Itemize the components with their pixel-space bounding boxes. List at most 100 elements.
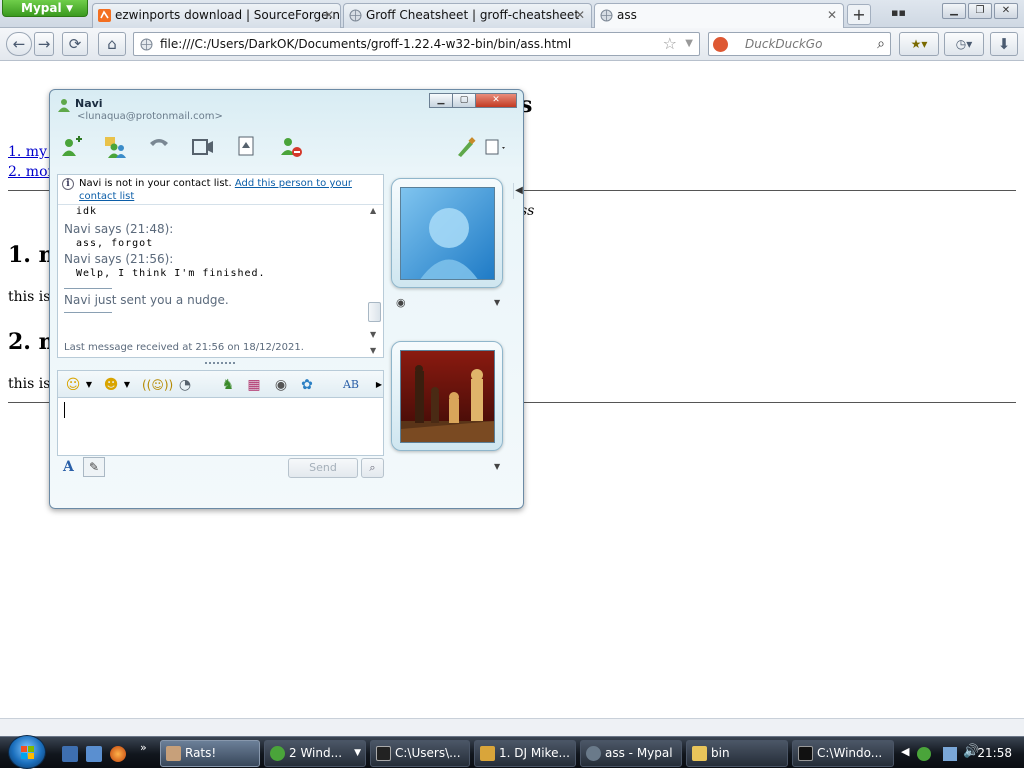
tab-sourceforge[interactable]: ezwinports download | SourceForge.n... ✕ [92, 3, 341, 28]
chevron-down-icon[interactable]: ▼ [685, 33, 693, 55]
chevron-down-icon[interactable]: ▼ [494, 298, 500, 307]
task-label: bin [711, 746, 730, 760]
chevron-right-icon[interactable]: ▶ [370, 376, 388, 394]
menu-icon[interactable] [482, 134, 508, 160]
share-folder-icon[interactable]: ✿ [298, 376, 316, 394]
backgrounds-icon[interactable]: ▦ [245, 376, 263, 394]
task-mypal[interactable]: ass - Mypal [580, 740, 682, 767]
nudge-icon[interactable]: ((☺)) [142, 376, 173, 394]
separator [64, 288, 112, 289]
scroll-up-icon[interactable]: ▲ [370, 206, 376, 215]
input-bottom-bar: A ✎ Send ⌕ [57, 456, 384, 480]
tab-groff-cheatsheet[interactable]: Groff Cheatsheet | groff-cheatsheet ✕ [343, 3, 592, 28]
bookmark-star-icon[interactable]: ☆ [663, 33, 677, 55]
navigation-toolbar: ← → ⟳ ⌂ file:///C:/Users/DarkOK/Document… [0, 28, 1024, 61]
voice-clip-icon[interactable]: ◔ [176, 376, 194, 394]
video-icon[interactable] [190, 134, 216, 160]
message-body: Welp, I think I'm finished. [76, 268, 266, 279]
block-icon[interactable] [278, 134, 304, 160]
resize-grip[interactable] [205, 362, 235, 366]
close-icon[interactable]: ✕ [324, 4, 334, 26]
home-button[interactable]: ⌂ [98, 32, 126, 56]
message-body: idk [76, 206, 98, 217]
task-rats[interactable]: Rats! [160, 740, 260, 767]
network-icon[interactable] [943, 747, 957, 761]
add-contact-icon[interactable] [58, 134, 84, 160]
search-input[interactable]: DuckDuckGo ⌕ [708, 32, 891, 56]
quick-launch-overflow-icon[interactable]: » [140, 741, 147, 754]
chevron-down-icon[interactable]: ▼ [118, 376, 136, 394]
toc-link-2[interactable]: 2. mor [8, 164, 54, 180]
call-icon[interactable] [146, 134, 172, 160]
chess-pieces-image [401, 365, 494, 442]
contact-display-picture[interactable] [391, 178, 503, 288]
minimize-button[interactable]: ▁ [942, 3, 966, 19]
task-label: C:\Windo... [817, 746, 883, 760]
task-label: Rats! [185, 746, 217, 760]
font-icon[interactable]: AB [340, 376, 362, 394]
task-cmd[interactable]: C:\Windo... [792, 740, 894, 767]
mypal-icon [586, 746, 601, 761]
share-icon[interactable] [234, 134, 260, 160]
conversation-scrollbar[interactable]: ▲ ▼ ▼ [367, 206, 382, 356]
task-messenger-group[interactable]: 2 Wind... ▼ [264, 740, 366, 767]
reload-button[interactable]: ⟳ [62, 32, 88, 56]
new-tab-button[interactable]: + [847, 4, 871, 25]
bookmarks-button[interactable]: ★▾ [899, 32, 939, 56]
tab-list-icon[interactable]: ▪▪ [891, 6, 906, 19]
back-button[interactable]: ← [6, 32, 32, 56]
tab-label: Groff Cheatsheet | groff-cheatsheet [366, 8, 580, 22]
games-icon[interactable]: ♞ [219, 376, 237, 394]
scroll-end-icon[interactable]: ▼ [370, 346, 376, 355]
font-style-icon[interactable]: A [63, 459, 74, 475]
activities-icon[interactable]: ◉ [272, 376, 290, 394]
task-media[interactable]: 1. DJ Mike... [474, 740, 576, 767]
duckduckgo-icon [713, 37, 728, 52]
search-icon[interactable]: ⌕ [361, 458, 384, 478]
contact-name: Navi [75, 97, 103, 110]
show-desktop-icon[interactable] [62, 746, 78, 762]
close-window-button[interactable]: ✕ [994, 3, 1018, 19]
chevron-left-icon[interactable]: ◀ [901, 745, 909, 758]
task-7zip[interactable]: C:\Users\... [370, 740, 470, 767]
messenger-window[interactable]: Navi <lunaqua@protonmail.com> ▁ ▢ ✕ i Navi… [49, 89, 524, 509]
handwriting-icon[interactable]: ✎ [83, 457, 105, 477]
search-icon[interactable]: ⌕ [877, 33, 885, 55]
separator [64, 312, 112, 313]
scroll-down-icon[interactable]: ▼ [370, 330, 376, 339]
chevron-left-icon[interactable]: ◀ [513, 183, 523, 199]
switch-windows-icon[interactable] [86, 746, 102, 762]
tab-ass[interactable]: ass ✕ [594, 3, 844, 29]
task-bin-folder[interactable]: bin [686, 740, 788, 767]
restore-button[interactable]: ❐ [968, 3, 992, 19]
url-bar[interactable]: file:///C:/Users/DarkOK/Documents/groff-… [133, 32, 700, 56]
webcam-icon[interactable]: ◉ [396, 296, 406, 309]
my-display-picture[interactable] [391, 341, 503, 451]
tab-strip: Mypal ▼ ezwinports download | SourceForg… [0, 0, 1024, 29]
close-icon[interactable]: ✕ [575, 4, 585, 26]
start-button[interactable] [8, 735, 46, 769]
folder-icon [692, 746, 707, 761]
history-button[interactable]: ◷▾ [944, 32, 984, 56]
messenger-window-controls: ▁ ▢ ✕ [429, 91, 517, 108]
task-label: ass - Mypal [605, 746, 673, 760]
message-input[interactable] [57, 398, 384, 456]
paint-icon[interactable] [453, 134, 479, 160]
chevron-down-icon[interactable]: ▼ [494, 462, 500, 471]
minimize-button[interactable]: ▁ [429, 93, 453, 108]
close-window-button[interactable]: ✕ [475, 93, 517, 108]
invite-icon[interactable] [102, 134, 128, 160]
app-menu-button[interactable]: Mypal ▼ [2, 0, 88, 17]
messenger-icon [270, 746, 285, 761]
maximize-button[interactable]: ▢ [452, 93, 476, 108]
forward-button[interactable]: → [34, 32, 54, 56]
firefox-icon[interactable] [110, 746, 126, 762]
clock[interactable]: 21:58 [977, 746, 1012, 760]
chevron-down-icon[interactable]: ▼ [80, 376, 98, 394]
scroll-thumb[interactable] [368, 302, 381, 322]
downloads-button[interactable]: ⬇ [990, 32, 1018, 56]
send-button[interactable]: Send [288, 458, 358, 478]
close-icon[interactable]: ✕ [827, 4, 837, 26]
text-cursor [64, 402, 65, 418]
messenger-tray-icon[interactable] [917, 747, 931, 761]
